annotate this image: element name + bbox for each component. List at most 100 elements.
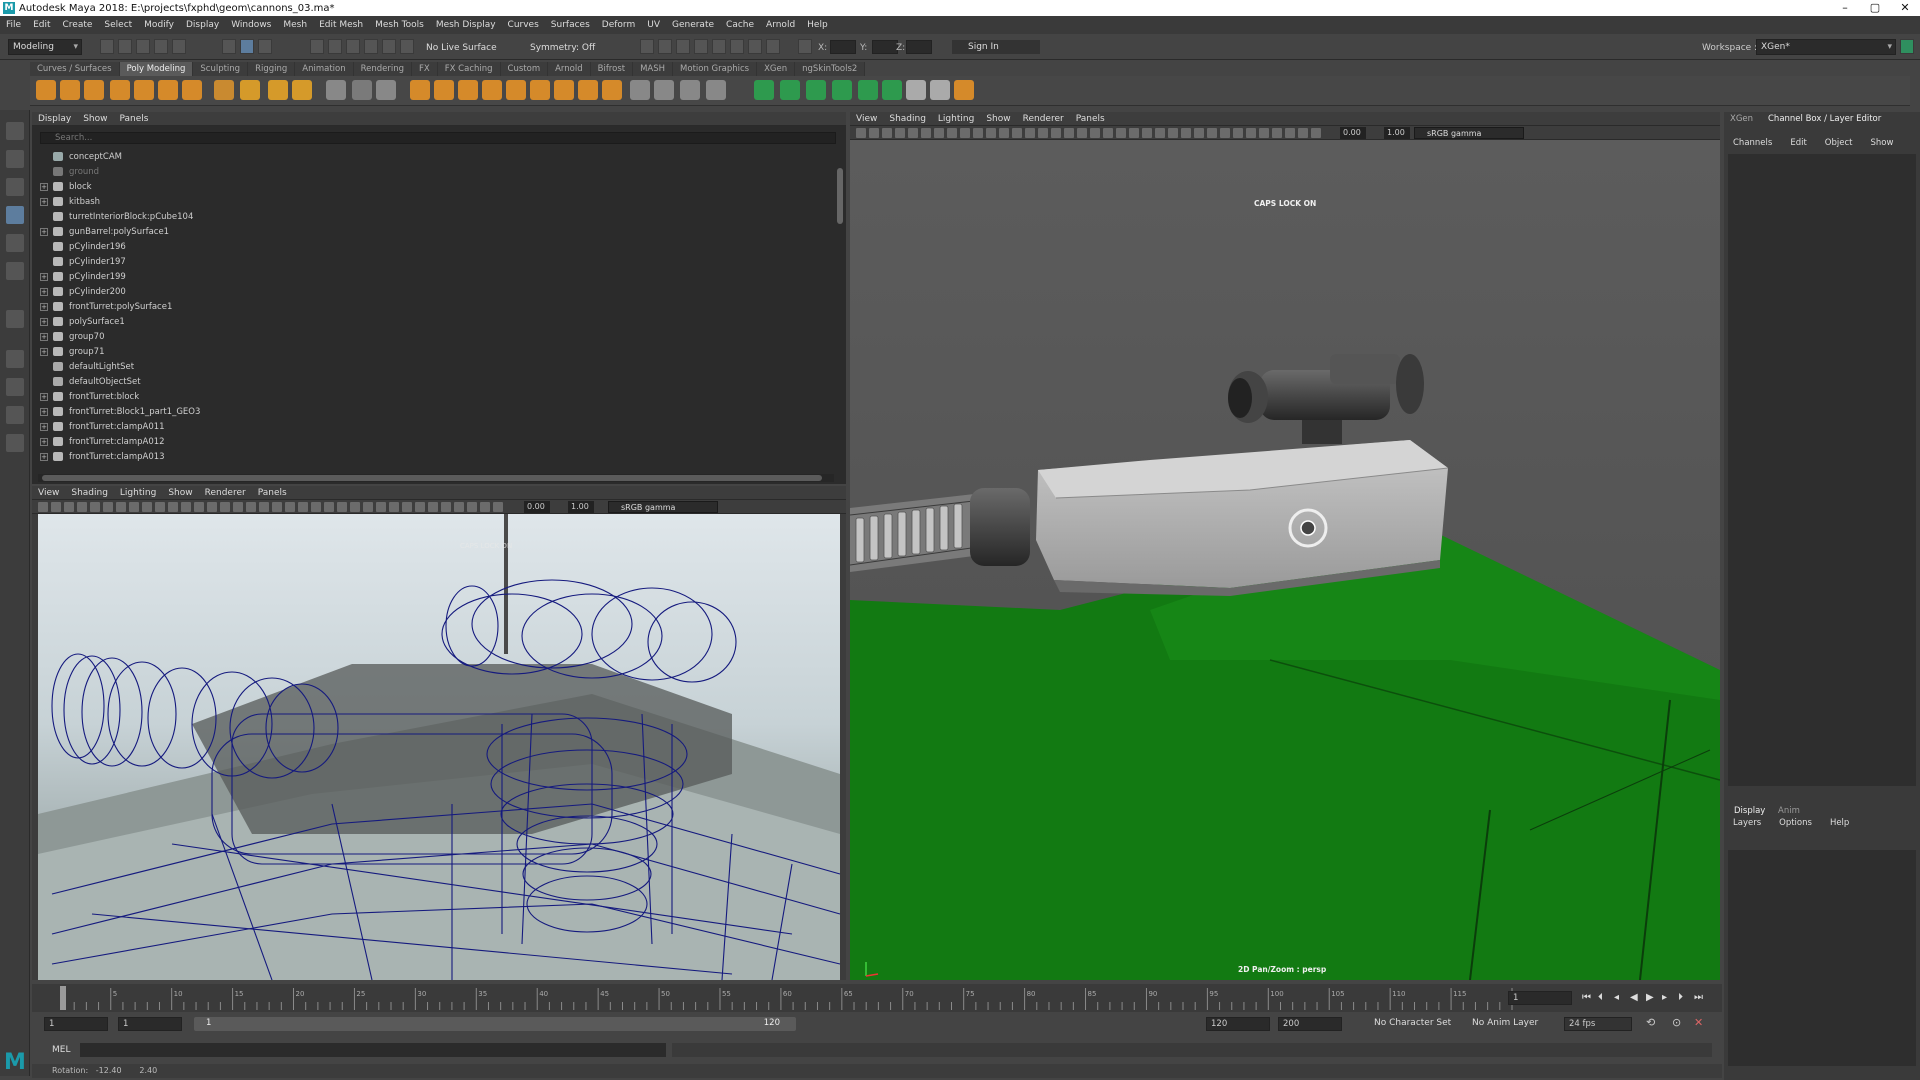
shelf-boolean-icon[interactable] [506, 80, 526, 100]
menu-generate[interactable]: Generate [666, 20, 720, 30]
viewport-tool-icon[interactable] [1116, 128, 1126, 138]
shelf-layout-icon[interactable] [832, 80, 852, 100]
viewport-tool-icon[interactable] [389, 502, 399, 512]
viewport-tool-icon[interactable] [1285, 128, 1295, 138]
range-bar[interactable]: 1 120 [194, 1017, 796, 1031]
expand-icon[interactable]: + [40, 332, 48, 341]
channel-box-menu-show[interactable]: Show [1861, 138, 1902, 150]
play-backward-icon[interactable]: ◀ [1630, 992, 1638, 1003]
shelf-sphere-soccer-icon[interactable] [376, 80, 396, 100]
outliner-item[interactable]: + frontTurret:clampA013 [40, 450, 165, 464]
menu-display[interactable]: Display [180, 20, 225, 30]
maximize-button[interactable]: ▢ [1860, 0, 1890, 16]
layer-menu-options[interactable]: Options [1770, 818, 1821, 830]
exposure-field[interactable]: 0.00 [524, 501, 550, 513]
anim-prefs-icon[interactable]: ✕ [1694, 1016, 1703, 1029]
perspective-viewport-canvas[interactable]: CAPS LOCK ON 2D Pan/Zoom : persp [850, 140, 1720, 980]
ipr-render-icon[interactable] [676, 39, 690, 54]
outliner-item[interactable]: + pCylinder199 [40, 270, 126, 284]
viewport-tool-icon[interactable] [1246, 128, 1256, 138]
menu-surfaces[interactable]: Surfaces [545, 20, 596, 30]
shelf-sculpt-icon[interactable] [954, 80, 974, 100]
shelf-tab-custom[interactable]: Custom [500, 62, 549, 76]
anim-layer-dropdown[interactable]: No Anim Layer [1472, 1018, 1538, 1028]
snap-plane-icon[interactable] [364, 39, 378, 54]
perspective-viewport-menu-panels[interactable]: Panels [1070, 114, 1111, 124]
snap-view-icon[interactable] [400, 39, 414, 54]
hypershade-icon[interactable] [712, 39, 726, 54]
viewport-tool-icon[interactable] [90, 502, 100, 512]
viewport-tool-icon[interactable] [1233, 128, 1243, 138]
select-tool-icon[interactable] [6, 122, 24, 140]
shelf-tab-mash[interactable]: MASH [633, 62, 674, 76]
viewport-tool-icon[interactable] [1142, 128, 1152, 138]
four-view-layout-icon[interactable] [6, 378, 24, 396]
viewport-tool-icon[interactable] [38, 502, 48, 512]
shelf-torus-icon[interactable] [134, 80, 154, 100]
outliner-item[interactable]: pCylinder196 [40, 240, 126, 254]
minimize-button[interactable]: – [1830, 0, 1860, 16]
outliner-item[interactable]: + frontTurret:clampA011 [40, 420, 165, 434]
expand-icon[interactable]: + [40, 197, 48, 206]
shelf-tab-animation[interactable]: Animation [295, 62, 354, 76]
select-component-icon[interactable] [258, 39, 272, 54]
viewport-tool-icon[interactable] [1311, 128, 1321, 138]
step-forward-frame-icon[interactable]: ▸ [1662, 992, 1667, 1003]
shelf-super-shape-icon[interactable] [240, 80, 260, 100]
shelf-pipe-icon[interactable] [326, 80, 346, 100]
main-gamma-field[interactable]: 1.00 [1384, 127, 1410, 139]
viewport-tool-icon[interactable] [1181, 128, 1191, 138]
snap-point-icon[interactable] [346, 39, 360, 54]
viewport-tool-icon[interactable] [155, 502, 165, 512]
viewport-tool-icon[interactable] [882, 128, 892, 138]
viewport-tool-icon[interactable] [142, 502, 152, 512]
viewport-tool-icon[interactable] [441, 502, 451, 512]
shelf-smooth-icon[interactable] [482, 80, 502, 100]
shelf-plane-icon[interactable] [158, 80, 178, 100]
shelf-combine-icon[interactable] [410, 80, 430, 100]
viewport-tool-icon[interactable] [1077, 128, 1087, 138]
wireframe-viewport-menu-renderer[interactable]: Renderer [199, 488, 252, 498]
viewport-tool-icon[interactable] [428, 502, 438, 512]
symmetry-dropdown[interactable]: Symmetry: Off [530, 43, 595, 53]
viewport-tool-icon[interactable] [324, 502, 334, 512]
tab-anim-layers[interactable]: Anim [1778, 804, 1800, 818]
perspective-viewport-menu-lighting[interactable]: Lighting [932, 114, 980, 124]
viewport-tool-icon[interactable] [1038, 128, 1048, 138]
range-end-field[interactable]: 120 [1206, 1017, 1270, 1031]
outliner-item[interactable]: turretInteriorBlock:pCube104 [40, 210, 193, 224]
viewport-tool-icon[interactable] [454, 502, 464, 512]
viewport-tool-icon[interactable] [1155, 128, 1165, 138]
expand-icon[interactable]: + [40, 437, 48, 446]
shelf-bevel-icon[interactable] [602, 80, 622, 100]
viewport-tool-icon[interactable] [895, 128, 905, 138]
menu-create[interactable]: Create [57, 20, 99, 30]
viewport-tool-icon[interactable] [1051, 128, 1061, 138]
viewport-tool-icon[interactable] [246, 502, 256, 512]
perspective-viewport-menu-shading[interactable]: Shading [883, 114, 932, 124]
expand-icon[interactable]: + [40, 422, 48, 431]
main-exposure-field[interactable]: 0.00 [1340, 127, 1366, 139]
viewport-tool-icon[interactable] [207, 502, 217, 512]
expand-icon[interactable]: + [40, 392, 48, 401]
render-settings-icon[interactable] [694, 39, 708, 54]
outliner-item[interactable]: + frontTurret:Block1_part1_GEO3 [40, 405, 200, 419]
outliner-item[interactable]: + kitbash [40, 195, 100, 209]
shelf-tab-motion-graphics[interactable]: Motion Graphics [673, 62, 758, 76]
shelf-planar-map-icon[interactable] [858, 80, 878, 100]
shelf-type-icon[interactable] [268, 80, 288, 100]
wireframe-viewport-menu-lighting[interactable]: Lighting [114, 488, 162, 498]
paint-select-icon[interactable] [6, 178, 24, 196]
viewport-tool-icon[interactable] [1012, 128, 1022, 138]
viewport-tool-icon[interactable] [64, 502, 74, 512]
outliner-search-input[interactable]: Search... [40, 132, 836, 144]
shelf-mirror-icon[interactable] [530, 80, 550, 100]
shelf-tab-rendering[interactable]: Rendering [353, 62, 413, 76]
expand-icon[interactable]: + [40, 407, 48, 416]
viewport-tool-icon[interactable] [181, 502, 191, 512]
viewport-tool-icon[interactable] [168, 502, 178, 512]
viewport-tool-icon[interactable] [311, 502, 321, 512]
shelf-tab-xgen[interactable]: XGen [757, 62, 796, 76]
viewport-tool-icon[interactable] [285, 502, 295, 512]
viewport-tool-icon[interactable] [1194, 128, 1204, 138]
